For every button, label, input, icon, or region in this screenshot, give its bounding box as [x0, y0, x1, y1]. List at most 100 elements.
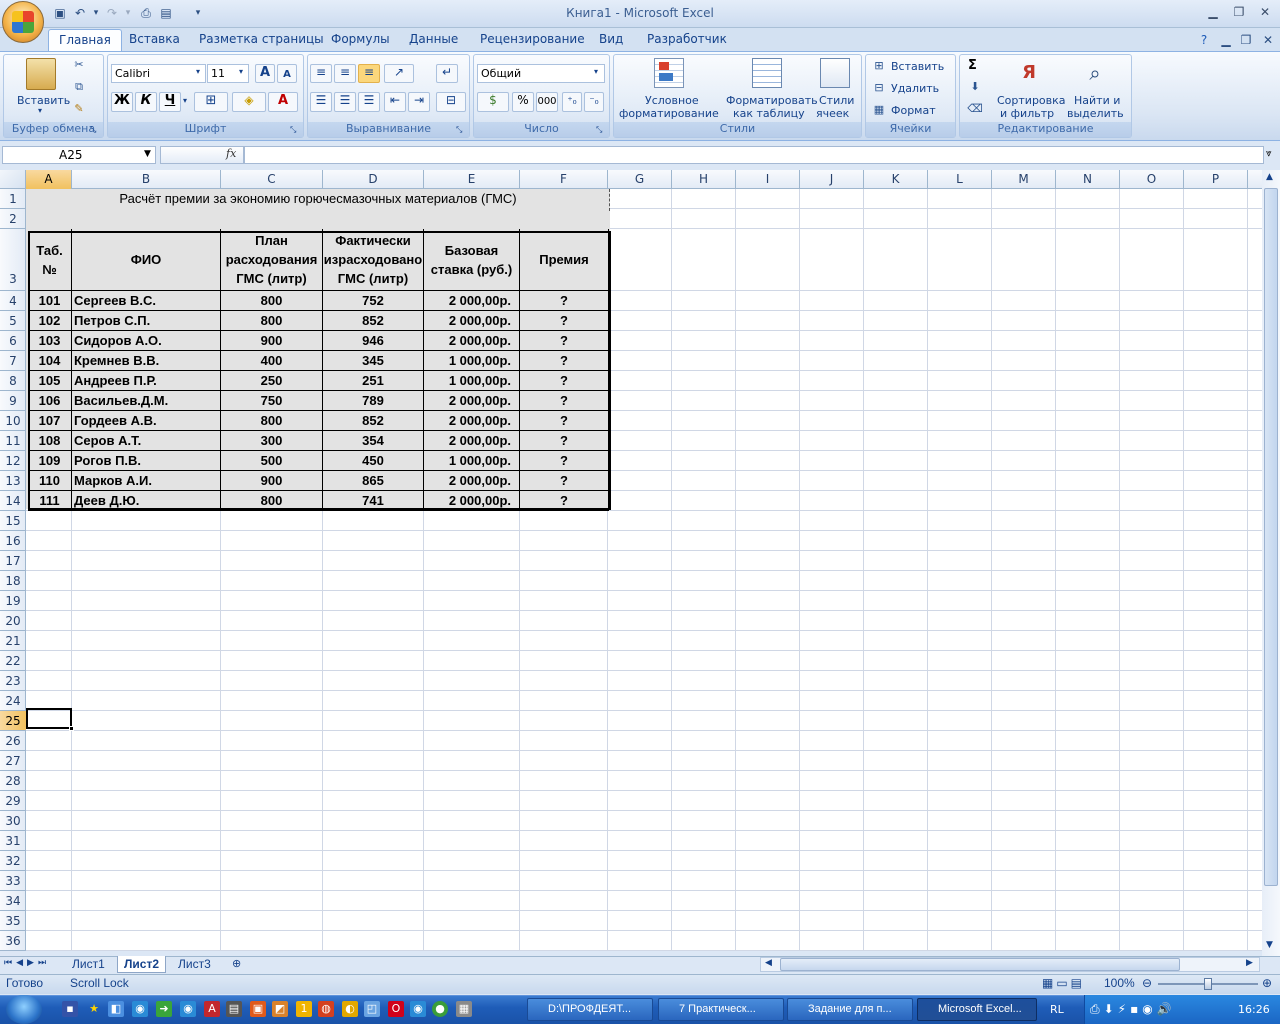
alignment-launcher-icon[interactable]: ⤡ [456, 125, 462, 135]
cell-name[interactable]: Сидоров А.О. [72, 331, 221, 351]
cell-bonus[interactable]: ? [520, 491, 609, 511]
cell-fact[interactable]: 251 [323, 371, 424, 391]
restore-button[interactable]: ❐ [1228, 4, 1250, 20]
merge-center-icon[interactable]: ⊟ [436, 92, 466, 112]
autosum-button[interactable]: Σ [968, 58, 977, 73]
cell-plan[interactable]: 900 [221, 471, 323, 491]
cell-plan[interactable]: 250 [221, 371, 323, 391]
tab-data[interactable]: Данные [399, 29, 468, 51]
row-header-16[interactable]: 16 [0, 531, 26, 551]
column-header-n[interactable]: N [1056, 170, 1120, 189]
cell-plan[interactable]: 300 [221, 431, 323, 451]
cell-id[interactable]: 108 [28, 431, 72, 451]
row-header-17[interactable]: 17 [0, 551, 26, 571]
app-icon-8[interactable]: 1 [296, 1001, 312, 1017]
column-header-p[interactable]: P [1184, 170, 1248, 189]
cell-rate[interactable]: 2 000,00р. [424, 411, 520, 431]
cell-rate[interactable]: 2 000,00р. [424, 491, 520, 511]
tab-developer[interactable]: Разработчик [637, 29, 737, 51]
tray-icons[interactable]: ⎙⬇⚡▪◉🔊 [1090, 1002, 1176, 1017]
cell-id[interactable]: 110 [28, 471, 72, 491]
cell-plan[interactable]: 900 [221, 331, 323, 351]
row-header-24[interactable]: 24 [0, 691, 26, 711]
insert-cells-icon[interactable]: ⊞ [870, 59, 888, 72]
scroll-up-icon[interactable]: ▲ [1266, 172, 1273, 182]
cut-icon[interactable]: ✂ [72, 58, 86, 71]
cell-plan[interactable]: 800 [221, 291, 323, 311]
column-header-b[interactable]: B [72, 170, 221, 189]
fill-icon[interactable]: ⬇ [966, 80, 984, 93]
start-button[interactable] [6, 995, 42, 1024]
cell-rate[interactable]: 2 000,00р. [424, 291, 520, 311]
row-header-31[interactable]: 31 [0, 831, 26, 851]
align-top-icon[interactable]: ≡ [310, 64, 332, 83]
app-icon-7[interactable]: ◩ [272, 1001, 288, 1017]
opera-icon[interactable]: O [388, 1001, 404, 1017]
cell-id[interactable]: 102 [28, 311, 72, 331]
cell-styles-icon[interactable] [820, 58, 850, 88]
align-bottom-icon[interactable]: ≡ [358, 64, 380, 83]
cell-bonus[interactable]: ? [520, 411, 609, 431]
format-cells-icon[interactable]: ▦ [870, 103, 888, 116]
currency-format-icon[interactable]: $ [477, 92, 509, 112]
increase-indent-icon[interactable]: ⇥ [408, 92, 430, 112]
cell-fact[interactable]: 752 [323, 291, 424, 311]
tab-view[interactable]: Вид [589, 29, 633, 51]
cell-rate[interactable]: 2 000,00р. [424, 331, 520, 351]
cell-fact[interactable]: 946 [323, 331, 424, 351]
zoom-out-icon[interactable]: ⊖ [1142, 976, 1152, 990]
app-icon-3[interactable]: ➜ [156, 1001, 172, 1017]
cell-styles-label-1[interactable]: Стили [819, 94, 854, 107]
row-header-30[interactable]: 30 [0, 811, 26, 831]
delete-cells-button[interactable]: Удалить [891, 82, 939, 95]
desktop-icon[interactable]: ▪ [62, 1001, 78, 1017]
row-header-2[interactable]: 2 [0, 209, 26, 229]
cell-bonus[interactable]: ? [520, 311, 609, 331]
fill-handle[interactable] [69, 726, 74, 731]
row-header-23[interactable]: 23 [0, 671, 26, 691]
font-size-dropdown-icon[interactable]: ▾ [239, 67, 243, 76]
header-base-rate[interactable]: Базовая ставка (руб.) [424, 229, 520, 291]
ribbon-close-icon[interactable]: ✕ [1260, 32, 1276, 48]
cell-bonus[interactable]: ? [520, 351, 609, 371]
row-header-28[interactable]: 28 [0, 771, 26, 791]
row-header-22[interactable]: 22 [0, 651, 26, 671]
help-icon[interactable]: ? [1196, 32, 1212, 48]
insert-cells-button[interactable]: Вставить [891, 60, 944, 73]
cell-id[interactable]: 111 [28, 491, 72, 511]
cell-fact[interactable]: 345 [323, 351, 424, 371]
cell-id[interactable]: 106 [28, 391, 72, 411]
cell-name[interactable]: Серов А.Т. [72, 431, 221, 451]
column-header-o[interactable]: O [1120, 170, 1184, 189]
paste-button[interactable]: Вставить [17, 94, 70, 107]
cell-id[interactable]: 103 [28, 331, 72, 351]
active-cell[interactable] [26, 708, 72, 729]
sheet-tab-2[interactable]: Лист2 [117, 956, 167, 973]
cell-name[interactable]: Васильев.Д.М. [72, 391, 221, 411]
ribbon-restore-icon[interactable]: ❐ [1238, 32, 1254, 48]
font-name-combo[interactable]: Calibri [111, 64, 206, 83]
font-launcher-icon[interactable]: ⤡ [290, 125, 296, 135]
conditional-formatting-label-2[interactable]: форматирование [619, 107, 719, 120]
insert-function-button[interactable]: fx [226, 147, 236, 160]
align-left-icon[interactable]: ☰ [310, 92, 332, 112]
format-as-table-label-1[interactable]: Форматировать [726, 94, 818, 107]
expand-formula-icon[interactable]: ⩔ [1266, 148, 1272, 159]
row-header-33[interactable]: 33 [0, 871, 26, 891]
thousands-button[interactable]: 000 [536, 92, 558, 112]
row-header-3[interactable]: 3 [0, 229, 26, 291]
row-header-5[interactable]: 5 [0, 311, 26, 331]
cell-name[interactable]: Гордеев А.В. [72, 411, 221, 431]
cell-plan[interactable]: 800 [221, 491, 323, 511]
header-fact[interactable]: Фактически израсходовано ГМС (литр) [323, 229, 424, 291]
italic-button[interactable]: К [135, 92, 157, 112]
cell-name[interactable]: Рогов П.В. [72, 451, 221, 471]
cell-id[interactable]: 109 [28, 451, 72, 471]
tab-formulas[interactable]: Формулы [321, 29, 400, 51]
sort-filter-label-1[interactable]: Сортировка [997, 94, 1066, 107]
row-header-34[interactable]: 34 [0, 891, 26, 911]
cell-id[interactable]: 107 [28, 411, 72, 431]
cell-bonus[interactable]: ? [520, 391, 609, 411]
bold-button[interactable]: Ж [111, 92, 133, 112]
header-plan[interactable]: План расходования ГМС (литр) [221, 229, 323, 291]
